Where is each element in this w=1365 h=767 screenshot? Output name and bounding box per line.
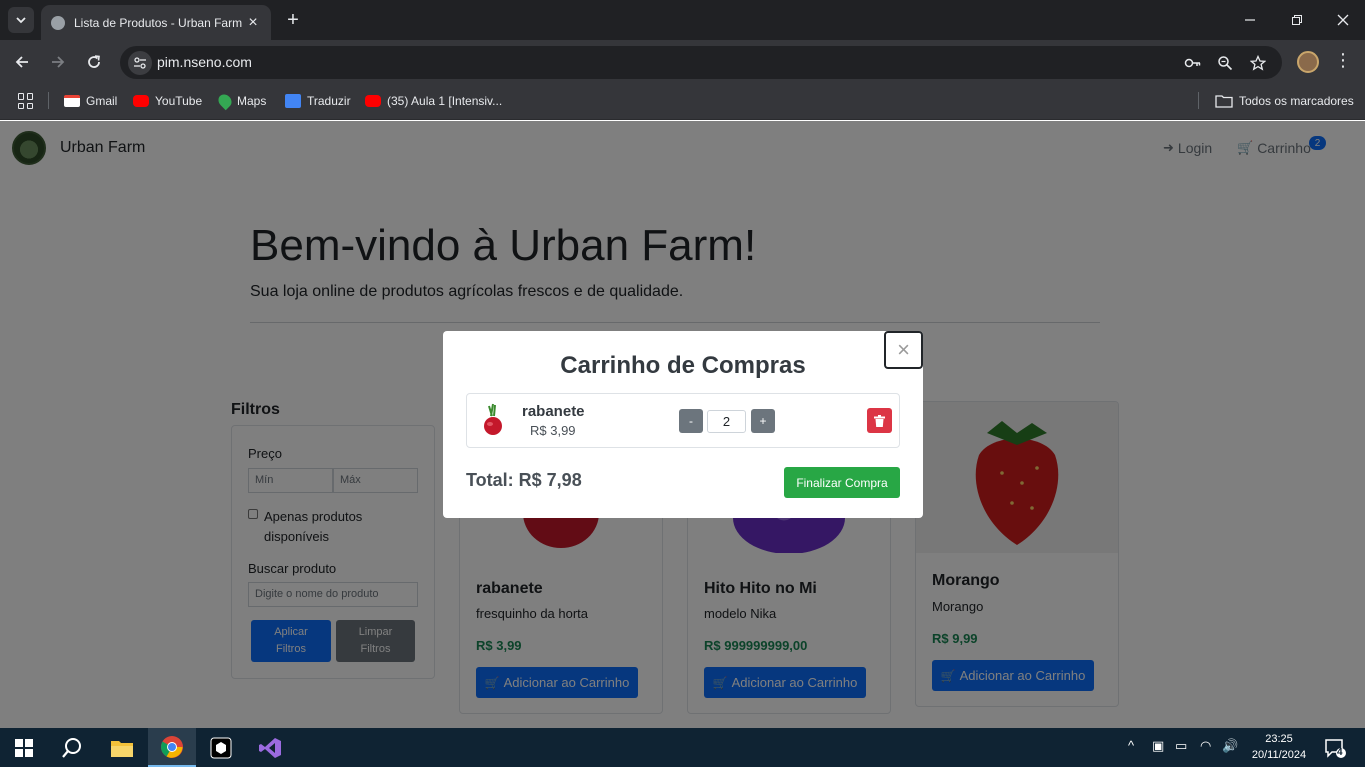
bookmark-label: (35) Aula 1 [Intensiv... [387, 94, 503, 108]
bookmark-separator [48, 92, 49, 109]
all-bookmarks-label: Todos os marcadores [1239, 94, 1354, 108]
address-bar[interactable]: pim.nseno.com [120, 46, 1282, 79]
apps-grid-icon[interactable] [18, 93, 34, 109]
remove-item-button[interactable] [867, 408, 892, 433]
folder-icon [111, 740, 133, 757]
bookmark-star-icon[interactable] [1248, 53, 1268, 73]
globe-icon [51, 15, 65, 30]
restore-button[interactable] [1285, 8, 1309, 32]
close-icon [1337, 14, 1349, 26]
trash-icon [874, 414, 885, 427]
cart-item-name: rabanete [522, 403, 585, 420]
cart-item: rabanete R$ 3,99 - 2 + [466, 393, 900, 448]
youtube-icon [365, 95, 381, 107]
meet-now-icon[interactable]: ▣ [1152, 738, 1164, 754]
start-button[interactable] [0, 728, 48, 767]
bookmark-label: YouTube [155, 94, 203, 108]
menu-dots-icon[interactable]: ⋮ [1333, 50, 1353, 71]
tab-title: Lista de Produtos - Urban Farm [74, 15, 243, 30]
clock-time: 23:25 [1265, 733, 1293, 745]
page-content: Urban Farm ➜ Login 🛒 Carrinho 2 Bem-vind… [0, 121, 1365, 728]
arrow-right-icon [52, 56, 65, 68]
checkout-button[interactable]: Finalizar Compra [784, 467, 900, 498]
chrome-taskbar-button[interactable] [148, 728, 196, 767]
tray-chevron-icon[interactable]: ^ [1128, 738, 1134, 753]
bookmark-maps[interactable]: Maps [215, 91, 267, 111]
chrome-icon [161, 735, 183, 758]
maps-icon [215, 91, 235, 111]
bookmark-traduzir[interactable]: Traduzir [285, 92, 351, 110]
folder-icon [1215, 95, 1233, 108]
file-explorer-button[interactable] [98, 728, 146, 767]
bookmark-gmail[interactable]: Gmail [64, 92, 117, 110]
cart-item-price: R$ 3,99 [530, 423, 576, 438]
visual-studio-button[interactable] [246, 728, 294, 767]
tab-search-button[interactable] [8, 7, 34, 33]
bookmark-label: Traduzir [307, 94, 351, 108]
system-clock[interactable]: 23:25 20/11/2024 [1245, 731, 1313, 763]
reload-button[interactable] [81, 49, 107, 75]
battery-icon[interactable]: ▭ [1175, 738, 1187, 754]
visual-studio-icon [259, 737, 281, 758]
cart-total: Total: R$ 7,98 [466, 470, 582, 490]
search-icon [62, 737, 81, 758]
decrease-quantity-button[interactable]: - [679, 409, 703, 433]
bookmark-label: Gmail [86, 94, 118, 108]
translate-icon [285, 94, 301, 108]
back-button[interactable] [9, 49, 35, 75]
windows-taskbar: ^ ▣ ▭ ◠ 🔊 23:25 20/11/2024 4 [0, 728, 1365, 767]
notification-center-button[interactable]: 4 [1315, 728, 1355, 767]
minimize-button[interactable] [1238, 8, 1262, 32]
clock-date: 20/11/2024 [1251, 749, 1307, 761]
password-key-icon[interactable] [1183, 53, 1203, 73]
wifi-icon[interactable]: ◠ [1200, 738, 1211, 754]
youtube-icon [133, 95, 149, 107]
restore-icon [1292, 15, 1302, 25]
notification-count: 4 [1337, 747, 1343, 758]
bookmark-label: Maps [237, 94, 267, 108]
bookmarks-bar [0, 85, 1365, 120]
bookmark-youtube[interactable]: YouTube [133, 92, 202, 110]
product-thumbnail [484, 403, 502, 435]
browser-toolbar: pim.nseno.com ⋮ [0, 40, 1365, 85]
zoom-icon[interactable] [1215, 53, 1235, 73]
chevron-down-icon [16, 17, 26, 24]
minimize-icon [1245, 19, 1255, 21]
gmail-icon [64, 95, 80, 107]
search-button[interactable] [48, 728, 96, 767]
app-taskbar-button[interactable] [197, 728, 245, 767]
reload-icon [88, 55, 100, 68]
site-settings-icon[interactable] [128, 51, 152, 75]
browser-tabstrip: Lista de Produtos - Urban Farm × + [0, 0, 1365, 40]
cart-modal: × Carrinho de Compras rabanete R$ 3,99 -… [443, 331, 923, 518]
profile-avatar[interactable] [1297, 51, 1319, 73]
modal-title: Carrinho de Compras [560, 352, 806, 379]
url-text: pim.nseno.com [157, 54, 252, 70]
all-bookmarks[interactable]: Todos os marcadores [1215, 92, 1354, 110]
volume-icon[interactable]: 🔊 [1222, 738, 1238, 754]
bookmark-separator [1198, 92, 1199, 109]
close-window-button[interactable] [1331, 8, 1355, 32]
bookmark-aula[interactable]: (35) Aula 1 [Intensiv... [365, 92, 502, 110]
arrow-left-icon [15, 56, 28, 68]
quantity-input[interactable]: 2 [707, 410, 746, 433]
increase-quantity-button[interactable]: + [751, 409, 775, 433]
tab-close-icon[interactable]: × [245, 14, 261, 31]
windows-logo-icon [15, 738, 33, 757]
forward-button[interactable] [45, 49, 71, 75]
browser-tab[interactable]: Lista de Produtos - Urban Farm × [41, 5, 271, 40]
new-tab-button[interactable]: + [282, 9, 304, 31]
app-icon [210, 737, 232, 758]
